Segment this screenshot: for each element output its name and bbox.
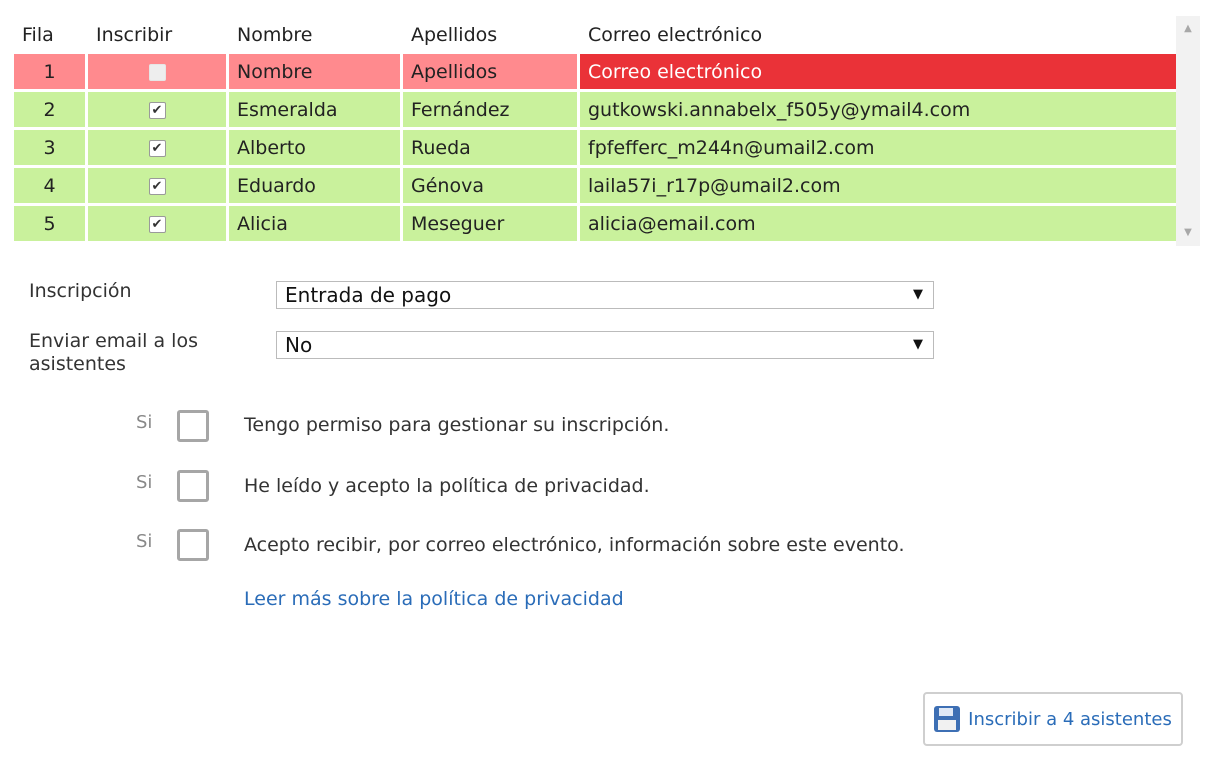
header-correo[interactable]: Correo electrónico — [580, 16, 1180, 54]
table-row: 1 Nombre Apellidos Correo electrónico — [14, 54, 1180, 92]
consent-si-label: Si — [136, 472, 153, 493]
inscripcion-select[interactable]: Entrada de pago ▼ — [276, 281, 934, 309]
correo-cell[interactable]: gutkowski.annabelx_f505y@ymail4.com — [580, 92, 1180, 130]
inscribir-checkbox — [148, 63, 166, 81]
inscribir-cell: ✔ — [88, 206, 226, 244]
header-fila[interactable]: Fila — [14, 16, 85, 54]
apellidos-cell[interactable]: Fernández — [403, 92, 577, 130]
nombre-cell[interactable]: Nombre — [229, 54, 400, 92]
enviar-email-label: Enviar email a los asistentes — [29, 330, 198, 376]
info-evento-consent-text: Acepto recibir, por correo electrónico, … — [244, 534, 905, 556]
correo-cell[interactable]: fpfefferc_m244n@umail2.com — [580, 130, 1180, 168]
consent-si-label: Si — [136, 412, 153, 433]
inscribir-checkbox[interactable]: ✔ — [148, 101, 166, 119]
nombre-cell[interactable]: Alberto — [229, 130, 400, 168]
inscripcion-label: Inscripción — [29, 280, 132, 302]
apellidos-cell[interactable]: Apellidos — [403, 54, 577, 92]
table-row: 5 ✔ Alicia Meseguer alicia@email.com — [14, 206, 1180, 244]
privacidad-consent-text: He leído y acepto la política de privaci… — [244, 475, 650, 497]
privacy-policy-link[interactable]: Leer más sobre la política de privacidad — [244, 588, 624, 610]
enviar-email-select[interactable]: No ▼ — [276, 331, 934, 359]
row-number: 1 — [14, 54, 85, 92]
nombre-cell[interactable]: Eduardo — [229, 168, 400, 206]
inscribir-cell: ✔ — [88, 130, 226, 168]
row-number: 5 — [14, 206, 85, 244]
table-row: 3 ✔ Alberto Rueda fpfefferc_m244n@umail2… — [14, 130, 1180, 168]
inscribir-cell: ✔ — [88, 168, 226, 206]
permiso-checkbox[interactable] — [177, 410, 209, 442]
apellidos-cell[interactable]: Génova — [403, 168, 577, 206]
nombre-cell[interactable]: Esmeralda — [229, 92, 400, 130]
scroll-down-arrow-icon[interactable]: ▼ — [1176, 224, 1200, 242]
table-header-row: Fila Inscribir Nombre Apellidos Correo e… — [14, 16, 1180, 54]
inscribir-asistentes-button-label: Inscribir a 4 asistentes — [968, 708, 1172, 730]
vertical-scrollbar[interactable]: ▲ ▼ — [1176, 16, 1200, 246]
apellidos-cell[interactable]: Rueda — [403, 130, 577, 168]
row-number: 2 — [14, 92, 85, 130]
table-row: 2 ✔ Esmeralda Fernández gutkowski.annabe… — [14, 92, 1180, 130]
floppy-disk-icon — [934, 706, 961, 732]
inscribir-asistentes-button[interactable]: Inscribir a 4 asistentes — [923, 692, 1183, 746]
inscribir-checkbox[interactable]: ✔ — [148, 177, 166, 195]
apellidos-cell[interactable]: Meseguer — [403, 206, 577, 244]
consent-si-label: Si — [136, 531, 153, 552]
table-row: 4 ✔ Eduardo Génova laila57i_r17p@umail2.… — [14, 168, 1180, 206]
nombre-cell[interactable]: Alicia — [229, 206, 400, 244]
header-nombre[interactable]: Nombre — [229, 16, 400, 54]
dropdown-arrow-icon: ▼ — [913, 287, 923, 302]
header-inscribir[interactable]: Inscribir — [88, 16, 226, 54]
header-apellidos[interactable]: Apellidos — [403, 16, 577, 54]
inscribir-checkbox[interactable]: ✔ — [148, 215, 166, 233]
dropdown-arrow-icon: ▼ — [913, 337, 923, 352]
correo-cell[interactable]: laila57i_r17p@umail2.com — [580, 168, 1180, 206]
permiso-consent-text: Tengo permiso para gestionar su inscripc… — [244, 414, 670, 436]
correo-cell[interactable]: alicia@email.com — [580, 206, 1180, 244]
attendees-grid: Fila Inscribir Nombre Apellidos Correo e… — [14, 16, 1200, 246]
inscripcion-select-value: Entrada de pago — [285, 283, 452, 307]
inscribir-cell: ✔ — [88, 92, 226, 130]
privacidad-checkbox[interactable] — [177, 470, 209, 502]
enviar-email-label-line1: Enviar email a los — [29, 330, 198, 352]
scroll-up-arrow-icon[interactable]: ▲ — [1176, 20, 1200, 38]
attendees-table: Fila Inscribir Nombre Apellidos Correo e… — [11, 16, 1183, 244]
inscribir-checkbox[interactable]: ✔ — [148, 139, 166, 157]
row-number: 4 — [14, 168, 85, 206]
row-number: 3 — [14, 130, 85, 168]
info-evento-checkbox[interactable] — [177, 529, 209, 561]
enviar-email-select-value: No — [285, 333, 313, 357]
enviar-email-label-line2: asistentes — [29, 353, 126, 375]
inscribir-cell — [88, 54, 226, 92]
correo-cell[interactable]: Correo electrónico — [580, 54, 1180, 92]
